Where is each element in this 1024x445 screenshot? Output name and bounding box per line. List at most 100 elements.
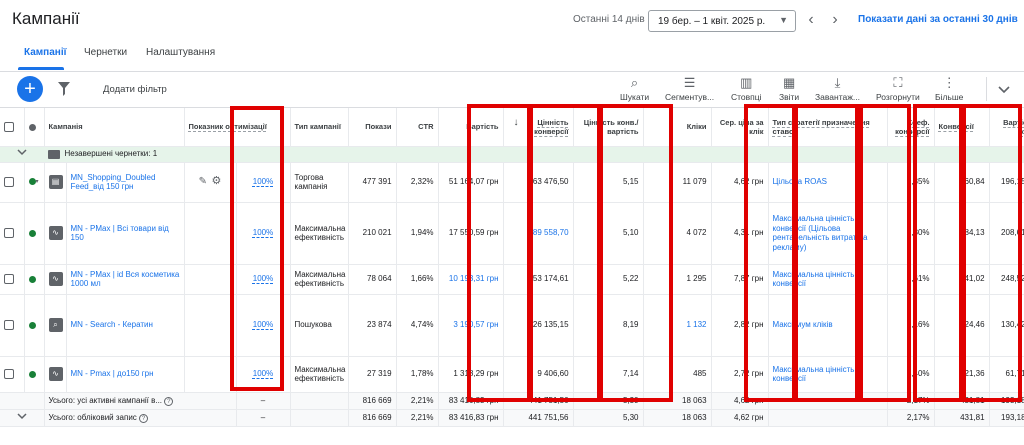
row-select-cell[interactable] [0, 202, 25, 265]
row-actions-cell[interactable] [184, 356, 237, 393]
highlight-box-conv-value [529, 104, 601, 402]
totals-strategy-cell [768, 409, 888, 427]
totals-clicks-cell-value: 18 063 [682, 395, 707, 405]
date-range-picker[interactable]: 19 бер. – 1 квіт. 2025 р. ▼ [648, 10, 796, 32]
campaign-name-link[interactable]: MN - Search - Кератин [71, 320, 153, 329]
enabled-status-icon[interactable] [28, 177, 36, 185]
help-icon[interactable]: ? [139, 413, 149, 423]
date-range-value: 19 бер. – 1 квіт. 2025 р. [658, 16, 766, 27]
show-30-days-link[interactable]: Показати дані за останні 30 днів [858, 14, 1018, 25]
impressions-cell-value: 78 064 [367, 274, 392, 284]
clicks-cell-value[interactable]: 1 132 [686, 320, 706, 329]
previous-period-icon[interactable]: ‹ [804, 11, 818, 29]
campaign-name-link[interactable]: MN - Pmax | до150 грн [71, 369, 154, 378]
row-actions-cell[interactable] [184, 202, 237, 265]
search-tool[interactable]: ⌕ Шукати [620, 75, 649, 102]
status-cell[interactable] [24, 294, 45, 357]
impressions-cell: 27 319 [348, 356, 397, 393]
row-checkbox[interactable] [4, 177, 14, 187]
row-checkbox[interactable] [4, 320, 14, 330]
clicks-header-label: Кліки [686, 122, 707, 132]
select-all-cell[interactable] [0, 108, 25, 147]
chevron-down-icon [998, 86, 1010, 94]
reports-tool[interactable]: ▦ Звіти [779, 75, 799, 102]
tab-settings[interactable]: Налаштування [146, 47, 215, 58]
totals-impressions-cell-value: 816 669 [362, 395, 392, 405]
collapse-toolbar-button[interactable] [986, 77, 1018, 101]
add-filter-button[interactable]: Додати фільтр [103, 84, 167, 95]
totals-conv-rate-cell-value: 2,17% [906, 412, 930, 422]
enabled-status-icon[interactable] [28, 275, 36, 283]
totals-opt-cell: – [236, 409, 291, 427]
campaign-name-link[interactable]: MN - PMax | Всі товари від 150 [71, 224, 169, 243]
campaign-name-link[interactable]: MN - PMax | id Вся косметика 1000 мл [71, 270, 180, 289]
columns-tool[interactable]: ▥ Стовпці [731, 75, 762, 102]
campaign-name-cell[interactable]: MN_Shopping_Doubled Feed_від 150 грн [66, 162, 185, 203]
download-tool-label: Завантаж... [815, 92, 860, 102]
help-icon[interactable]: ? [164, 396, 174, 406]
fullscreen-icon: ⛶ [893, 75, 903, 90]
campaign-name-cell[interactable]: MN - Pmax | до150 грн [66, 356, 185, 393]
campaign-type-cell: Пошукова [290, 294, 349, 357]
tab-drafts[interactable]: Чернетки [84, 47, 127, 58]
campaign-header[interactable]: Кампанія [44, 108, 185, 147]
campaign-name-link[interactable]: MN_Shopping_Doubled Feed_від 150 грн [71, 173, 156, 192]
enabled-status-icon[interactable] [28, 321, 36, 329]
impressions-header[interactable]: Покази [348, 108, 397, 147]
status-cell[interactable]: ▾ [24, 162, 45, 203]
totals-ctr-cell: 2,21% [396, 392, 439, 410]
page-title: Кампанії [12, 9, 80, 28]
pmax-campaign-icon: ∿ [48, 367, 63, 381]
totals-cost-per-conv-cell-value: 193,18 грн [1001, 412, 1024, 422]
ctr-header[interactable]: CTR [396, 108, 439, 147]
pmax-campaign-icon: ∿ [48, 272, 63, 286]
totals-type-cell [290, 409, 349, 427]
chevron-down-icon[interactable] [17, 149, 27, 156]
chevron-down-icon[interactable] [17, 413, 27, 420]
date-range-label: Останні 14 днів [573, 14, 645, 25]
row-select-cell[interactable] [0, 264, 25, 295]
row-select-cell[interactable] [0, 356, 25, 393]
download-tool[interactable]: ⤓ Завантаж... [815, 75, 860, 102]
select-all-checkbox[interactable] [4, 121, 14, 132]
totals-ctr-cell: 2,21% [396, 409, 439, 427]
enabled-status-icon[interactable] [28, 229, 36, 237]
campaign-name-cell[interactable]: MN - PMax | id Вся косметика 1000 мл [66, 264, 185, 295]
draft-expand-cell[interactable] [0, 146, 44, 163]
campaign-type-cell: Максимальна ефективність [290, 356, 349, 393]
row-actions-cell[interactable] [184, 294, 237, 357]
edit-pencil-icon[interactable]: ✎ [199, 176, 207, 187]
segment-tool[interactable]: ☰ Сегментув... [665, 75, 714, 102]
status-dot-icon [28, 123, 36, 131]
row-actions-cell[interactable]: ✎ ⚙ [184, 162, 237, 203]
campaign-name-cell[interactable]: MN - Search - Кератин [66, 294, 185, 357]
filter-icon[interactable] [58, 82, 70, 96]
campaign-type-icon-cell: ▤ [44, 162, 67, 203]
settings-gear-icon[interactable]: ⚙ [211, 175, 221, 187]
status-cell[interactable] [24, 202, 45, 265]
tab-bar: Кампанії Чернетки Налаштування [0, 42, 1024, 72]
row-select-cell[interactable] [0, 162, 25, 203]
tab-campaigns[interactable]: Кампанії [24, 47, 66, 58]
status-cell[interactable] [24, 264, 45, 295]
more-tool[interactable]: ⋮ Більше [935, 75, 963, 102]
totals-value-cost-cell-value: 5,30 [622, 412, 639, 422]
status-cell[interactable] [24, 356, 45, 393]
row-checkbox[interactable] [4, 274, 14, 284]
status-caret-icon[interactable]: ▾ [36, 179, 39, 185]
campaign-type-cell-value: Максимальна ефективність [294, 269, 346, 289]
expand-tool[interactable]: ⛶ Розгорнути [876, 75, 920, 102]
totals-expand-cell[interactable] [0, 409, 45, 427]
impressions-cell-value: 210 021 [362, 228, 392, 238]
row-select-cell[interactable] [0, 294, 25, 357]
next-period-icon[interactable]: › [828, 11, 842, 29]
row-checkbox[interactable] [4, 369, 14, 379]
columns-tool-label: Стовпці [731, 92, 762, 102]
enabled-status-icon[interactable] [28, 370, 36, 378]
row-actions-cell[interactable] [184, 264, 237, 295]
ctr-cell: 2,32% [396, 162, 439, 203]
campaign-name-cell[interactable]: MN - PMax | Всі товари від 150 [66, 202, 185, 265]
row-checkbox[interactable] [4, 228, 14, 238]
add-campaign-button[interactable]: + [17, 76, 43, 102]
campaign-type-header[interactable]: Тип кампанії [290, 108, 349, 147]
